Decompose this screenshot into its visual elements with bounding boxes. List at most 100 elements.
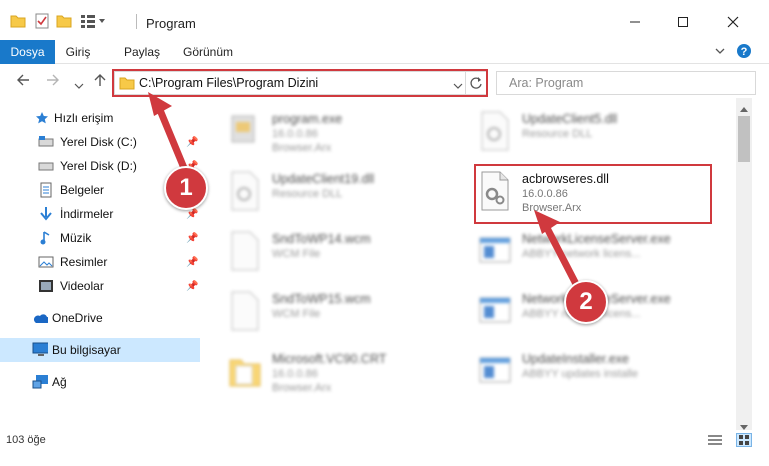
nav-item-downloads[interactable]: İndirmeler 📌 <box>0 202 200 226</box>
nav-item-label: İndirmeler <box>60 207 114 221</box>
navigation-pane: Hızlı erişim Yerel Disk (C:) 📌 Yerel Dis… <box>0 102 200 430</box>
file-item[interactable]: program.exe 16.0.0.86 Browser.Arx <box>228 104 468 160</box>
file-item[interactable]: UpdateClient5.dll Resource DLL <box>478 104 718 160</box>
step-2-callout: 2 <box>564 280 608 324</box>
nav-item-this-pc[interactable]: Bu bilgisayar <box>0 338 200 362</box>
tab-file[interactable]: Dosya <box>0 40 55 64</box>
pin-icon[interactable]: 📌 <box>186 209 198 220</box>
file-name: NetworkLicenseServer.exe <box>522 232 671 246</box>
tab-home[interactable]: Giriş <box>64 40 92 64</box>
nav-item-onedrive[interactable]: OneDrive <box>0 306 200 330</box>
drive-icon <box>38 158 54 174</box>
file-highlight-box <box>474 164 712 224</box>
folder-icon <box>228 350 262 392</box>
svg-text:?: ? <box>741 46 748 58</box>
search-placeholder: Ara: Program <box>509 76 584 90</box>
file-meta: Resource DLL <box>272 188 343 200</box>
forward-icon[interactable] <box>46 73 60 91</box>
back-icon[interactable] <box>16 73 30 91</box>
recent-locations-icon[interactable] <box>74 77 84 94</box>
nav-item-quick-access[interactable]: Hızlı erişim <box>0 106 200 130</box>
nav-item-label: Videolar <box>60 279 104 293</box>
file-item[interactable]: SndToWP15.wcm WCM File <box>228 284 468 340</box>
nav-item-music[interactable]: Müzik 📌 <box>0 226 200 250</box>
scroll-thumb[interactable] <box>738 116 750 162</box>
step-1-callout: 1 <box>164 166 208 210</box>
nav-item-videos[interactable]: Videolar 📌 <box>0 274 200 298</box>
pin-icon[interactable]: 📌 <box>186 233 198 244</box>
ribbon: Dosya Giriş Paylaş Görünüm ? <box>0 40 769 64</box>
help-icon[interactable]: ? <box>736 43 752 62</box>
large-icons-view-icon[interactable] <box>736 433 752 447</box>
file-name: program.exe <box>272 112 343 126</box>
nav-item-label: Hızlı erişim <box>54 111 114 125</box>
file-name: UpdateClient5.dll <box>522 112 618 126</box>
nav-item-label: Bu bilgisayar <box>52 343 121 357</box>
file-meta: 16.0.0.86 <box>272 368 318 380</box>
download-icon <box>38 206 54 222</box>
drive-icon <box>38 134 54 150</box>
file-item[interactable]: SndToWP14.wcm WCM File <box>228 224 468 280</box>
exe-icon <box>228 110 262 152</box>
file-meta: WCM File <box>272 308 321 320</box>
file-item[interactable]: NetworkLicenseServer.exe ABBYY network l… <box>478 224 718 280</box>
star-icon <box>34 110 50 126</box>
file-name: SndToWP15.wcm <box>272 292 371 306</box>
close-icon <box>727 16 739 31</box>
dll-icon <box>478 110 512 152</box>
videos-icon <box>38 278 54 294</box>
title-separator <box>136 14 137 29</box>
address-row: C:\Program Files\Program Dizini Ara: Pro… <box>0 64 769 98</box>
file-meta: ABBYY updates installe <box>522 368 638 380</box>
search-box[interactable]: Ara: Program <box>496 71 756 95</box>
status-bar: 103 öğe <box>0 430 769 466</box>
nav-item-disk-c[interactable]: Yerel Disk (C:) 📌 <box>0 130 200 154</box>
file-list: program.exe 16.0.0.86 Browser.Arx Update… <box>206 102 736 430</box>
file-name: Microsoft.VC90.CRT <box>272 352 387 366</box>
file-meta: 16.0.0.86 <box>272 128 318 140</box>
title-bar: Program <box>0 0 769 40</box>
file-item[interactable]: UpdateInstaller.exe ABBYY updates instal… <box>478 344 718 400</box>
close-button[interactable] <box>710 8 756 38</box>
nav-item-label: Yerel Disk (D:) <box>60 159 137 173</box>
address-highlight-box <box>112 69 488 97</box>
item-count: 103 öğe <box>6 434 46 446</box>
nav-item-label: Resimler <box>60 255 108 269</box>
pin-icon[interactable]: 📌 <box>186 257 198 268</box>
window-icon <box>478 290 512 332</box>
vertical-scrollbar[interactable] <box>736 98 752 430</box>
tab-view[interactable]: Görünüm <box>182 40 234 64</box>
folder-icon[interactable] <box>10 13 26 29</box>
file-name: UpdateInstaller.exe <box>522 352 630 366</box>
new-folder-icon[interactable] <box>56 13 72 29</box>
file-icon <box>228 290 262 332</box>
properties-icon[interactable] <box>34 13 50 29</box>
details-view-icon[interactable] <box>708 434 722 449</box>
up-icon[interactable] <box>93 73 107 91</box>
window-title: Program <box>146 16 196 31</box>
file-item[interactable]: Microsoft.VC90.CRT 16.0.0.86 Browser.Arx <box>228 344 468 400</box>
pictures-icon <box>38 254 54 270</box>
music-icon <box>38 230 54 246</box>
file-meta: WCM File <box>272 248 321 260</box>
file-item[interactable]: UpdateClient19.dll Resource DLL <box>228 164 468 220</box>
nav-item-network[interactable]: Ağ <box>0 370 200 394</box>
nav-item-label: Yerel Disk (C:) <box>60 135 137 149</box>
expand-ribbon-icon[interactable] <box>714 45 726 60</box>
pin-icon[interactable]: 📌 <box>186 281 198 292</box>
network-icon <box>32 374 48 390</box>
minimize-button[interactable] <box>612 8 658 38</box>
scroll-up-icon[interactable] <box>740 101 748 115</box>
file-name: SndToWP14.wcm <box>272 232 371 246</box>
tab-share[interactable]: Paylaş <box>124 40 160 64</box>
pin-icon[interactable]: 📌 <box>186 137 198 148</box>
nav-item-pictures[interactable]: Resimler 📌 <box>0 250 200 274</box>
nav-item-label: Belgeler <box>60 183 105 197</box>
computer-icon <box>32 342 48 358</box>
maximize-button[interactable] <box>660 8 706 38</box>
nav-item-label: Müzik <box>60 231 92 245</box>
file-icon <box>228 230 262 272</box>
file-meta: Resource DLL <box>522 128 593 140</box>
customize-toolbar-icon[interactable] <box>80 13 108 29</box>
dll-icon <box>228 170 262 212</box>
